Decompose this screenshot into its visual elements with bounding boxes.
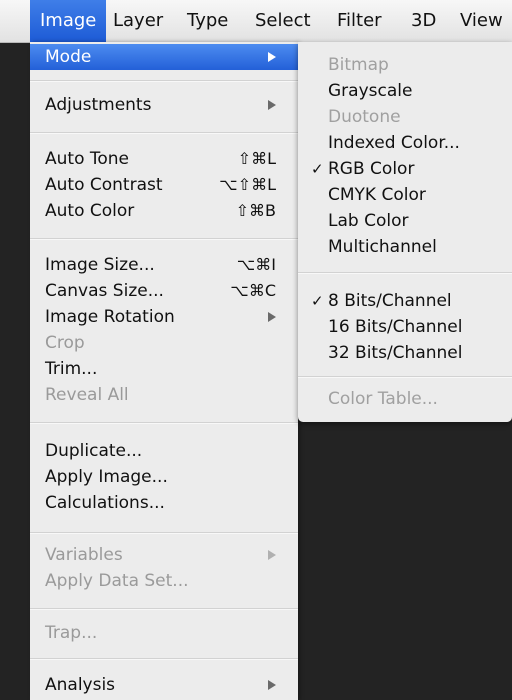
submenu-item-16-bits-label: 16 Bits/Channel bbox=[328, 317, 463, 337]
menu-item-mode[interactable]: Mode bbox=[30, 44, 298, 70]
menu-item-apply-image[interactable]: Apply Image... bbox=[30, 464, 298, 490]
auto-contrast-shortcut: ⌥⇧⌘L bbox=[219, 175, 276, 194]
menu-item-auto-tone[interactable]: Auto Tone ⇧⌘L bbox=[30, 146, 298, 172]
menu-item-auto-tone-label: Auto Tone bbox=[45, 149, 130, 169]
menu-item-image-rotation-label: Image Rotation bbox=[45, 307, 175, 327]
submenu-arrow-icon bbox=[268, 52, 276, 62]
submenu-item-lab-color[interactable]: Lab Color bbox=[298, 208, 512, 234]
submenu-separator bbox=[298, 376, 512, 378]
submenu-item-color-table-label: Color Table... bbox=[328, 389, 438, 409]
submenu-separator bbox=[298, 272, 512, 274]
menu-item-apply-data-set-label: Apply Data Set... bbox=[45, 571, 189, 591]
mode-submenu: Bitmap Grayscale Duotone Indexed Color..… bbox=[298, 42, 512, 422]
menu-item-calculations-label: Calculations... bbox=[45, 493, 165, 513]
menu-separator bbox=[30, 532, 298, 534]
menu-item-apply-data-set: Apply Data Set... bbox=[30, 568, 298, 594]
menu-type[interactable]: Type bbox=[187, 0, 228, 42]
submenu-item-cmyk-color[interactable]: CMYK Color bbox=[298, 182, 512, 208]
menu-item-analysis-label: Analysis bbox=[45, 675, 116, 695]
menu-item-reveal-all: Reveal All bbox=[30, 382, 298, 408]
submenu-item-cmyk-color-label: CMYK Color bbox=[328, 185, 426, 205]
menu-item-reveal-all-label: Reveal All bbox=[45, 385, 129, 405]
menu-item-adjustments-label: Adjustments bbox=[45, 95, 152, 115]
menu-item-image-size[interactable]: Image Size... ⌥⌘I bbox=[30, 252, 298, 278]
menu-item-adjustments[interactable]: Adjustments bbox=[30, 92, 298, 118]
submenu-item-multichannel[interactable]: Multichannel bbox=[298, 234, 512, 260]
submenu-arrow-icon bbox=[268, 550, 276, 560]
menu-item-image-rotation[interactable]: Image Rotation bbox=[30, 304, 298, 330]
auto-tone-shortcut: ⇧⌘L bbox=[237, 149, 276, 168]
menu-separator bbox=[30, 422, 298, 424]
submenu-item-8-bits[interactable]: ✓ 8 Bits/Channel bbox=[298, 288, 512, 314]
menu-image[interactable]: Image bbox=[30, 0, 107, 42]
menu-item-mode-label: Mode bbox=[45, 47, 92, 67]
menu-view[interactable]: View bbox=[460, 0, 503, 42]
submenu-item-8-bits-label: 8 Bits/Channel bbox=[328, 291, 452, 311]
menu-item-duplicate-label: Duplicate... bbox=[45, 441, 143, 461]
menu-separator bbox=[30, 658, 298, 660]
menu-filter[interactable]: Filter bbox=[337, 0, 382, 42]
menu-item-crop: Crop bbox=[30, 330, 298, 356]
submenu-item-rgb-color-label: RGB Color bbox=[328, 159, 415, 179]
submenu-item-bitmap-label: Bitmap bbox=[328, 55, 389, 75]
menu-item-auto-contrast-label: Auto Contrast bbox=[45, 175, 163, 195]
menu-item-canvas-size[interactable]: Canvas Size... ⌥⌘C bbox=[30, 278, 298, 304]
checkmark-icon: ✓ bbox=[311, 292, 324, 310]
submenu-arrow-icon bbox=[268, 680, 276, 690]
menu-select[interactable]: Select bbox=[255, 0, 311, 42]
checkmark-icon: ✓ bbox=[311, 160, 324, 178]
submenu-item-multichannel-label: Multichannel bbox=[328, 237, 437, 257]
menu-item-apply-image-label: Apply Image... bbox=[45, 467, 168, 487]
submenu-item-indexed-color-label: Indexed Color... bbox=[328, 133, 460, 153]
menu-item-image-size-label: Image Size... bbox=[45, 255, 155, 275]
submenu-item-duotone: Duotone bbox=[298, 104, 512, 130]
submenu-item-grayscale[interactable]: Grayscale bbox=[298, 78, 512, 104]
image-menu-dropdown: Mode Adjustments Auto Tone ⇧⌘L Auto Cont… bbox=[30, 42, 298, 700]
menu-item-crop-label: Crop bbox=[45, 333, 85, 353]
menu-item-auto-contrast[interactable]: Auto Contrast ⌥⇧⌘L bbox=[30, 172, 298, 198]
menu-item-trim[interactable]: Trim... bbox=[30, 356, 298, 382]
menu-separator bbox=[30, 80, 298, 82]
menu-layer[interactable]: Layer bbox=[113, 0, 163, 42]
menu-separator bbox=[30, 608, 298, 610]
submenu-item-bitmap: Bitmap bbox=[298, 52, 512, 78]
menu-3d[interactable]: 3D bbox=[411, 0, 436, 42]
menu-item-auto-color[interactable]: Auto Color ⇧⌘B bbox=[30, 198, 298, 224]
menu-item-trap: Trap... bbox=[30, 620, 298, 646]
submenu-item-color-table: Color Table... bbox=[298, 386, 512, 412]
submenu-item-32-bits-label: 32 Bits/Channel bbox=[328, 343, 463, 363]
submenu-item-rgb-color[interactable]: ✓ RGB Color bbox=[298, 156, 512, 182]
menu-bar: Image Layer Type Select Filter 3D View bbox=[0, 0, 512, 43]
menu-item-auto-color-label: Auto Color bbox=[45, 201, 135, 221]
menu-item-calculations[interactable]: Calculations... bbox=[30, 490, 298, 516]
submenu-item-indexed-color[interactable]: Indexed Color... bbox=[298, 130, 512, 156]
menu-item-trim-label: Trim... bbox=[45, 359, 98, 379]
menu-item-variables-label: Variables bbox=[45, 545, 123, 565]
menu-item-duplicate[interactable]: Duplicate... bbox=[30, 438, 298, 464]
submenu-arrow-icon bbox=[268, 312, 276, 322]
menu-item-analysis[interactable]: Analysis bbox=[30, 672, 298, 698]
submenu-arrow-icon bbox=[268, 100, 276, 110]
image-size-shortcut: ⌥⌘I bbox=[236, 255, 276, 274]
submenu-item-32-bits[interactable]: 32 Bits/Channel bbox=[298, 340, 512, 366]
menu-separator bbox=[30, 132, 298, 134]
menu-item-canvas-size-label: Canvas Size... bbox=[45, 281, 164, 301]
auto-color-shortcut: ⇧⌘B bbox=[235, 201, 276, 220]
submenu-item-lab-color-label: Lab Color bbox=[328, 211, 409, 231]
menu-item-variables: Variables bbox=[30, 542, 298, 568]
submenu-item-16-bits[interactable]: 16 Bits/Channel bbox=[298, 314, 512, 340]
submenu-item-duotone-label: Duotone bbox=[328, 107, 401, 127]
submenu-item-grayscale-label: Grayscale bbox=[328, 81, 413, 101]
canvas-size-shortcut: ⌥⌘C bbox=[230, 281, 276, 300]
menu-item-trap-label: Trap... bbox=[45, 623, 98, 643]
menu-separator bbox=[30, 238, 298, 240]
